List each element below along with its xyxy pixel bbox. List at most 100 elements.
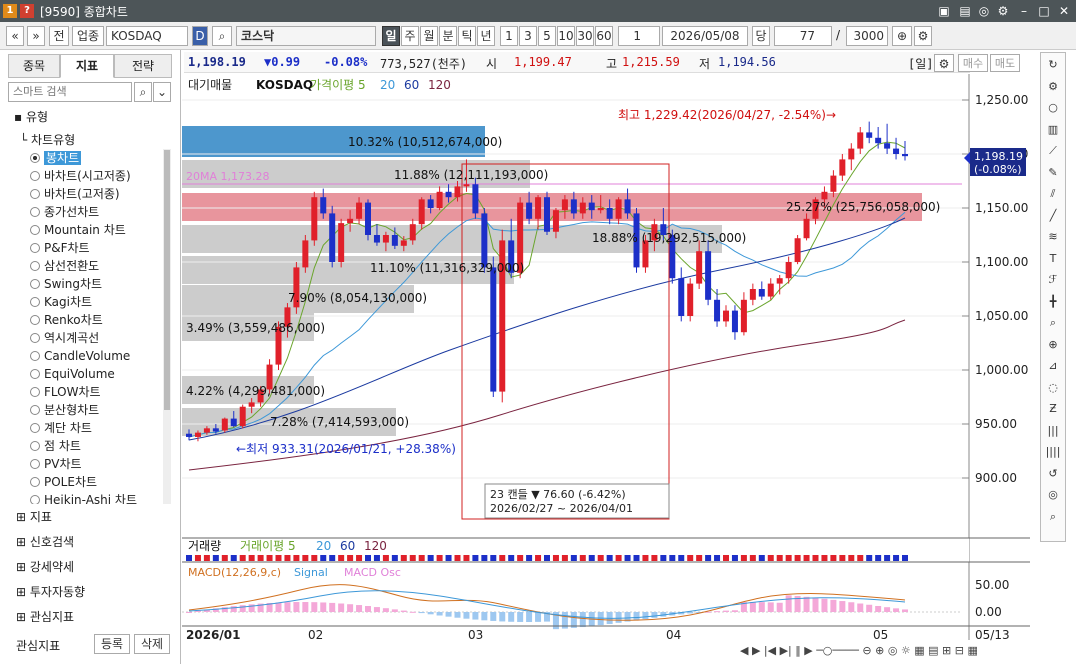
target-icon[interactable]: ◎ <box>1045 487 1061 503</box>
candle[interactable] <box>884 143 891 149</box>
candle[interactable] <box>615 199 622 219</box>
volume-bar <box>570 555 577 561</box>
candle[interactable] <box>731 310 738 333</box>
candle[interactable] <box>248 402 255 407</box>
candle[interactable] <box>776 278 783 284</box>
candle[interactable] <box>356 202 363 219</box>
candle[interactable] <box>785 262 792 279</box>
candle[interactable] <box>606 208 613 219</box>
candle[interactable] <box>821 191 828 200</box>
volume-bar <box>893 555 900 561</box>
scroll-controls[interactable]: ◀ ▶ |◀ ▶| ‖ ▶ ─○──── ⊖ ⊕ ◎ ☼ ▦ ▤ ⊞ ⊟ ▦ <box>740 644 978 657</box>
candle[interactable] <box>535 197 542 219</box>
candle[interactable] <box>705 251 712 300</box>
pen-icon[interactable]: ✎ <box>1045 165 1061 181</box>
gear-icon[interactable]: ⚙ <box>1045 79 1061 95</box>
candle[interactable] <box>463 184 470 187</box>
refresh-icon[interactable]: ↻ <box>1045 57 1061 73</box>
cycle-icon[interactable]: ◌ <box>1045 380 1061 396</box>
circle-icon[interactable]: ○ <box>1045 100 1061 116</box>
candle[interactable] <box>544 197 550 232</box>
candle[interactable] <box>186 433 192 437</box>
volume-bar <box>329 555 336 561</box>
text-icon[interactable]: T <box>1045 251 1061 267</box>
measure-icon[interactable]: ⊿ <box>1045 358 1061 374</box>
candle[interactable] <box>687 283 694 316</box>
candle[interactable] <box>418 199 425 225</box>
candle[interactable] <box>373 235 380 243</box>
candle[interactable] <box>794 238 801 262</box>
candle[interactable] <box>758 289 765 297</box>
candle[interactable] <box>749 289 756 300</box>
undo-icon[interactable]: ↺ <box>1045 466 1061 482</box>
candle[interactable] <box>347 218 354 224</box>
close-icon[interactable]: ✕ <box>1056 3 1072 19</box>
candle[interactable] <box>902 154 908 157</box>
candle-icon[interactable]: ╋ <box>1045 294 1061 310</box>
candle[interactable] <box>212 428 219 432</box>
candle[interactable] <box>427 199 434 208</box>
candle[interactable] <box>740 299 747 333</box>
zigzag-icon[interactable]: Ƶ <box>1045 401 1061 417</box>
candle[interactable] <box>221 418 228 431</box>
zoom-icon[interactable]: ⌕ <box>1045 315 1061 331</box>
candle[interactable] <box>391 235 398 246</box>
candle[interactable] <box>311 197 318 241</box>
channel-icon[interactable]: ⫽ <box>1045 186 1061 202</box>
trend-icon[interactable]: ╱ <box>1045 208 1061 224</box>
candle[interactable] <box>230 418 237 427</box>
candle[interactable] <box>400 240 407 246</box>
candle[interactable] <box>696 251 703 284</box>
candle[interactable] <box>472 184 479 214</box>
candle[interactable] <box>454 186 461 198</box>
search-icon[interactable]: ⌕ <box>1045 509 1061 525</box>
candle[interactable] <box>588 202 595 211</box>
auto-icon[interactable]: ≋ <box>1045 229 1061 245</box>
candle[interactable] <box>526 202 533 219</box>
candle[interactable] <box>490 267 497 392</box>
chart-icon[interactable]: ▥ <box>1045 122 1061 138</box>
candle[interactable] <box>857 132 864 149</box>
candle[interactable] <box>561 199 568 211</box>
candle[interactable] <box>875 137 882 144</box>
candle[interactable] <box>570 199 577 214</box>
candle[interactable] <box>338 223 345 262</box>
candle[interactable] <box>239 406 246 427</box>
macd-osc-bar <box>445 612 452 617</box>
scroll-bar[interactable]: ◀ ▶ |◀ ▶| ‖ ▶ ─○──── ⊖ ⊕ ◎ ☼ ▦ ▤ ⊞ ⊟ ▦ <box>184 642 1034 664</box>
macd-osc-bar <box>848 602 855 612</box>
candle[interactable] <box>830 175 837 192</box>
price-chart[interactable]: 23 캔들 ▼ 76.60 (-6.42%) 2026/02/27 ~ 2026… <box>0 0 1040 664</box>
candle[interactable] <box>365 202 371 235</box>
candle[interactable] <box>579 202 586 214</box>
candle[interactable] <box>552 210 559 232</box>
candle[interactable] <box>866 132 873 138</box>
bars2-icon[interactable]: |||| <box>1045 444 1061 460</box>
candle[interactable] <box>194 432 201 437</box>
candle[interactable] <box>678 278 685 316</box>
legend-item: 가격이평 5 <box>310 78 366 92</box>
candle[interactable] <box>481 213 488 268</box>
candle[interactable] <box>320 197 327 214</box>
candle[interactable] <box>839 159 846 176</box>
candle[interactable] <box>767 283 774 297</box>
line-icon[interactable]: ⟋ <box>1045 143 1061 159</box>
candle[interactable] <box>848 148 855 160</box>
candle[interactable] <box>597 208 604 211</box>
bars-icon[interactable]: ||| <box>1045 423 1061 439</box>
candle[interactable] <box>893 148 900 154</box>
candle[interactable] <box>436 191 443 208</box>
candle[interactable] <box>203 428 210 433</box>
candle[interactable] <box>409 224 416 241</box>
candle[interactable] <box>329 213 336 262</box>
legend-item: 60 <box>404 78 419 92</box>
candle[interactable] <box>723 310 729 322</box>
candle[interactable] <box>714 299 721 322</box>
candle[interactable] <box>302 240 309 268</box>
candle[interactable] <box>445 191 452 198</box>
candle[interactable] <box>382 235 389 243</box>
fibo-icon[interactable]: ℱ <box>1045 272 1061 288</box>
zoom2-icon[interactable]: ⊕ <box>1045 337 1061 353</box>
candle[interactable] <box>803 218 810 239</box>
candle[interactable] <box>624 199 631 214</box>
